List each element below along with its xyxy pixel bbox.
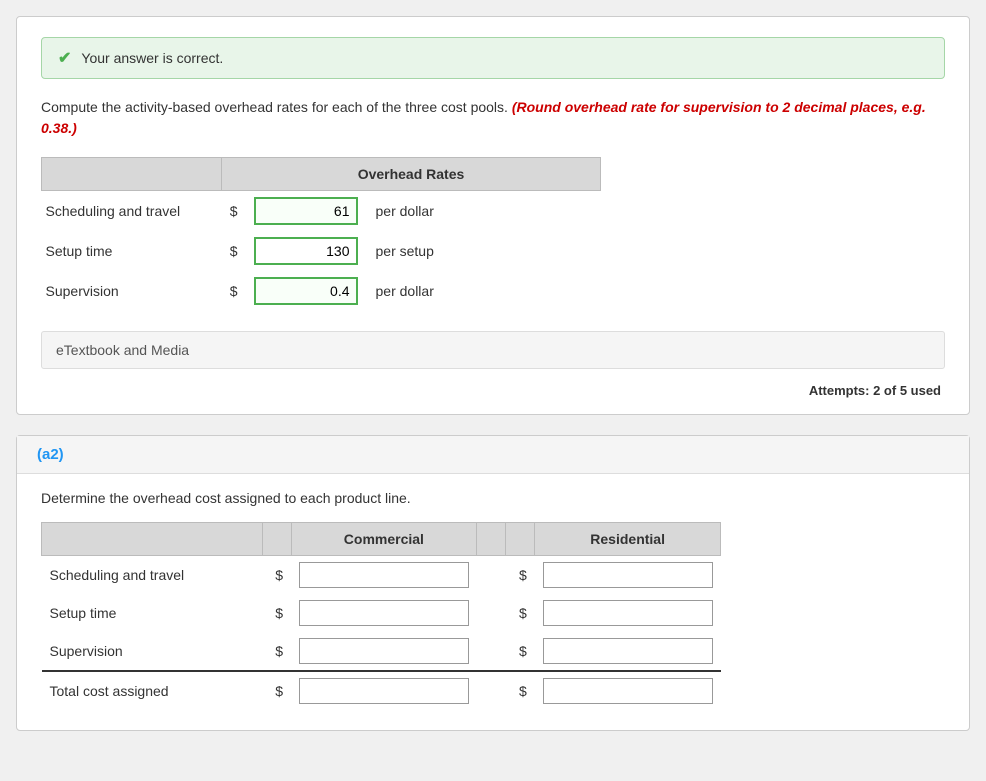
product-total-com-input[interactable] [299,678,469,704]
section-a2: (a2) Determine the overhead cost assigne… [16,435,970,731]
product-setup-dollar-com: $ [262,594,291,632]
product-row-supervision: Supervision $ $ [42,632,721,671]
section-a2-instruction: Determine the overhead cost assigned to … [41,490,945,506]
scheduling-label: Scheduling and travel [42,191,222,232]
product-supervision-dollar-com: $ [262,632,291,671]
product-setup-label: Setup time [42,594,263,632]
product-supervision-res-cell [535,632,721,671]
correct-banner: ✔ Your answer is correct. [41,37,945,79]
setup-dollar: $ [222,231,246,271]
overhead-row-supervision: Supervision $ per dollar [42,271,601,311]
check-icon: ✔ [58,48,71,68]
product-dollar-header-com [262,523,291,556]
etextbook-bar: eTextbook and Media [41,331,945,369]
product-total-dollar-com: $ [262,671,291,710]
setup-input-cell [246,231,366,271]
correct-banner-text: Your answer is correct. [81,50,223,66]
attempts-text: Attempts: 2 of 5 used [809,383,941,398]
overhead-blank-header [42,158,222,191]
product-scheduling-res-cell [535,556,721,595]
section-a1: ✔ Your answer is correct. Compute the ac… [16,16,970,415]
section-a2-label: (a2) [37,446,64,463]
scheduling-input[interactable] [254,197,358,225]
product-setup-res-input[interactable] [543,600,713,626]
product-scheduling-com-cell [291,556,477,595]
product-row-setup: Setup time $ $ [42,594,721,632]
supervision-unit: per dollar [366,271,601,311]
scheduling-dollar: $ [222,191,246,232]
etextbook-label: eTextbook and Media [56,342,189,358]
product-supervision-dollar-res: $ [506,632,535,671]
overhead-row-setup: Setup time $ per setup [42,231,601,271]
supervision-dollar: $ [222,271,246,311]
product-scheduling-dollar-com: $ [262,556,291,595]
product-setup-com-cell [291,594,477,632]
product-setup-dollar-res: $ [506,594,535,632]
product-supervision-com-input[interactable] [299,638,469,664]
overhead-row-scheduling: Scheduling and travel $ per dollar [42,191,601,232]
attempts-row: Attempts: 2 of 5 used [41,383,945,398]
setup-label: Setup time [42,231,222,271]
overhead-rates-table: Overhead Rates Scheduling and travel $ p… [41,157,601,311]
supervision-input-cell [246,271,366,311]
product-total-com-cell [291,671,477,710]
scheduling-input-cell [246,191,366,232]
product-spacer-header [477,523,506,556]
product-total-res-input[interactable] [543,678,713,704]
product-total-dollar-res: $ [506,671,535,710]
supervision-input[interactable] [254,277,358,305]
product-setup-res-cell [535,594,721,632]
product-scheduling-com-input[interactable] [299,562,469,588]
product-blank-header [42,523,263,556]
product-scheduling-dollar-res: $ [506,556,535,595]
residential-header: Residential [535,523,721,556]
section-a2-body: Determine the overhead cost assigned to … [17,490,969,710]
instruction-text: Compute the activity-based overhead rate… [41,97,945,139]
product-supervision-label: Supervision [42,632,263,671]
product-row-scheduling: Scheduling and travel $ $ [42,556,721,595]
product-setup-com-input[interactable] [299,600,469,626]
product-scheduling-res-input[interactable] [543,562,713,588]
supervision-label: Supervision [42,271,222,311]
commercial-header: Commercial [291,523,477,556]
setup-input[interactable] [254,237,358,265]
product-scheduling-label: Scheduling and travel [42,556,263,595]
product-supervision-res-input[interactable] [543,638,713,664]
product-total-label: Total cost assigned [42,671,263,710]
product-row-total: Total cost assigned $ $ [42,671,721,710]
product-dollar-header-res [506,523,535,556]
product-supervision-com-cell [291,632,477,671]
scheduling-unit: per dollar [366,191,601,232]
section-a2-header: (a2) [17,436,969,474]
product-total-res-cell [535,671,721,710]
product-table: Commercial Residential Scheduling and tr… [41,522,721,710]
overhead-rates-header: Overhead Rates [222,158,601,191]
setup-unit: per setup [366,231,601,271]
